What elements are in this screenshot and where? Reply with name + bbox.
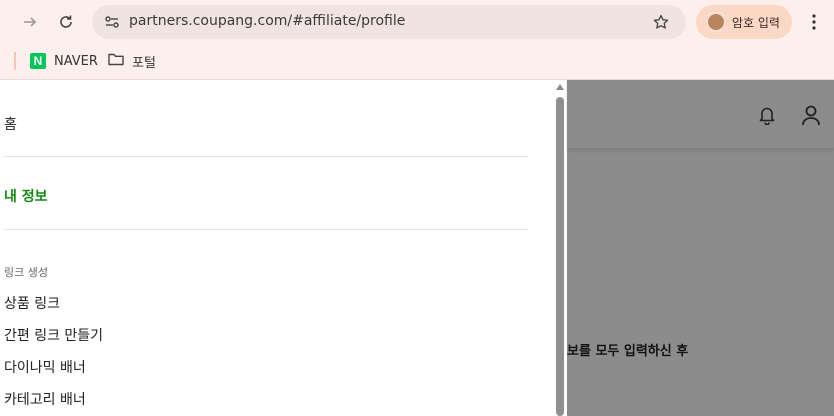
menu-divider bbox=[4, 156, 528, 157]
user-icon[interactable] bbox=[799, 103, 823, 127]
site-info-icon[interactable] bbox=[100, 10, 124, 34]
menu-item-category-banner[interactable]: 카테고리 배너 bbox=[4, 389, 86, 409]
menu-kebab-icon[interactable] bbox=[804, 10, 824, 34]
bookmarks-bar: N NAVER 포털 bbox=[0, 44, 834, 80]
bookmark-star-icon[interactable] bbox=[650, 11, 672, 33]
menu-divider bbox=[4, 229, 528, 230]
forward-icon[interactable] bbox=[16, 8, 44, 36]
section-label-link-create: 링크 생성 bbox=[4, 266, 48, 279]
page-header bbox=[567, 80, 834, 148]
menu-item-simple-link[interactable]: 간편 링크 만들기 bbox=[4, 325, 103, 345]
profile-avatar-icon bbox=[706, 12, 726, 32]
address-bar[interactable]: partners.coupang.com/#affiliate/profile bbox=[92, 5, 686, 39]
naver-logo-icon: N bbox=[30, 53, 46, 69]
bookmark-label: NAVER bbox=[54, 53, 98, 69]
bookmark-naver[interactable]: N NAVER bbox=[30, 50, 98, 72]
scroll-up-arrow-icon[interactable] bbox=[556, 84, 564, 90]
bookmarks-divider bbox=[14, 52, 16, 70]
profile-button[interactable]: 암호 입력 bbox=[696, 5, 792, 39]
browser-toolbar: partners.coupang.com/#affiliate/profile … bbox=[0, 0, 834, 44]
side-drawer: 홈 내 정보 링크 생성 상품 링크 간편 링크 만들기 다이나믹 배너 카테고… bbox=[0, 80, 554, 416]
menu-item-my-info[interactable]: 내 정보 bbox=[4, 186, 48, 206]
bookmark-folder-portal[interactable]: 포털 bbox=[108, 50, 156, 72]
url-text[interactable]: partners.coupang.com/#affiliate/profile bbox=[129, 13, 405, 29]
reload-icon[interactable] bbox=[52, 8, 80, 36]
menu-item-dynamic-banner[interactable]: 다이나믹 배너 bbox=[4, 357, 86, 377]
bell-icon[interactable] bbox=[755, 103, 779, 127]
folder-icon bbox=[108, 52, 124, 70]
menu-item-home[interactable]: 홈 bbox=[4, 114, 17, 134]
scrollbar-thumb[interactable] bbox=[556, 97, 564, 416]
bookmark-label: 포털 bbox=[132, 55, 156, 71]
profile-label: 암호 입력 bbox=[732, 16, 780, 30]
page-instruction-text: 보를 모두 입력하신 후 bbox=[567, 344, 689, 359]
menu-item-product-link[interactable]: 상품 링크 bbox=[4, 293, 60, 313]
